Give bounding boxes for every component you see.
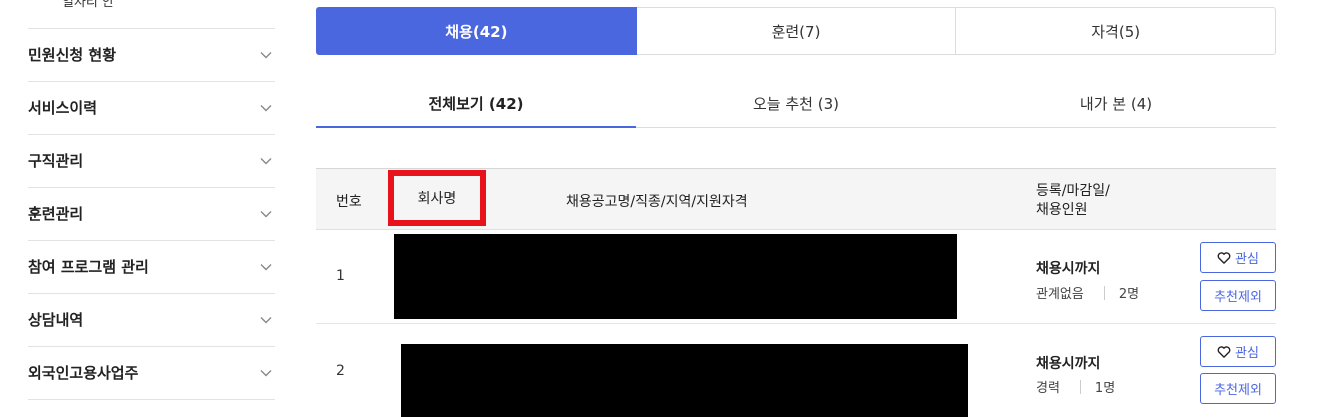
column-header-job-title: 채용공고명/직종/지역/지원자격 [566, 194, 748, 210]
sidebar-item-job-seeking[interactable]: 구직관리 [28, 134, 275, 187]
tab-employment[interactable]: 채용(42) [316, 7, 637, 55]
table-row: 2 채용시까지 경력 1명 관심 추천제외 [316, 324, 1276, 417]
like-label: 관심 [1235, 252, 1259, 267]
sidebar-item-label: 구직관리 [28, 152, 84, 170]
career-headcount: 관계없음 2명 [1036, 283, 1139, 302]
chevron-down-icon [259, 101, 273, 115]
chevron-down-icon [259, 207, 273, 221]
deadline-text: 채용시까지 [1036, 356, 1101, 372]
column-header-company-label: 회사명 [417, 191, 457, 207]
chevron-down-icon [259, 260, 273, 274]
column-header-company: 회사명 [388, 170, 486, 226]
sidebar-item-label: 민원신청 현황 [28, 46, 117, 64]
exclude-recommendation-button[interactable]: 추천제외 [1200, 280, 1276, 311]
heart-icon [1217, 345, 1231, 358]
row-number: 2 [336, 363, 345, 379]
filter-tabs: 전체보기 (42) 오늘 추천 (3) 내가 본 (4) [316, 80, 1276, 128]
sidebar-item-label: 상담내역 [28, 311, 84, 329]
sidebar-item-label: 참여 프로그램 관리 [28, 258, 149, 276]
career-headcount: 경력 1명 [1036, 377, 1115, 396]
column-header-number: 번호 [336, 194, 362, 210]
sidebar-item-label: 외국인고용사업주 [28, 364, 139, 382]
tab-view-all[interactable]: 전체보기 (42) [316, 80, 636, 128]
chevron-down-icon [259, 313, 273, 327]
tab-training[interactable]: 훈련(7) [636, 7, 957, 55]
sidebar-item-foreign-employer[interactable]: 외국인고용사업주 [28, 346, 275, 399]
exclude-recommendation-button[interactable]: 추천제외 [1200, 373, 1276, 404]
like-label: 관심 [1235, 346, 1259, 361]
column-header-registration-line1: 등록/마감일/ [1036, 183, 1110, 199]
like-button[interactable]: 관심 [1200, 336, 1276, 367]
category-tabs: 채용(42) 훈련(7) 자격(5) [316, 7, 1277, 55]
redacted-block [401, 344, 968, 417]
divider [28, 399, 275, 400]
sidebar-item-service-history[interactable]: 서비스이력 [28, 81, 275, 134]
sidebar-item-label: 훈련관리 [28, 205, 84, 223]
headcount-text: 1명 [1094, 381, 1116, 396]
sidebar-item-programs[interactable]: 참여 프로그램 관리 [28, 240, 275, 293]
column-header-registration-line2: 채용인원 [1036, 202, 1088, 218]
chevron-down-icon [259, 366, 273, 380]
sidebar-item-training[interactable]: 훈련관리 [28, 187, 275, 240]
divider [1103, 285, 1105, 300]
tab-today-recommended[interactable]: 오늘 추천 (3) [636, 80, 956, 127]
heart-icon [1217, 251, 1231, 264]
headcount-text: 2명 [1118, 287, 1140, 302]
sidebar-item-counseling[interactable]: 상담내역 [28, 293, 275, 346]
tab-certification[interactable]: 자격(5) [956, 7, 1277, 55]
chevron-down-icon [259, 154, 273, 168]
divider [1079, 379, 1081, 394]
row-number: 1 [336, 268, 345, 284]
column-header-registration: 등록/마감일/ 채용인원 [1036, 182, 1110, 220]
sidebar-item-complaint-status[interactable]: 민원신청 현황 [28, 28, 275, 81]
sidebar-item-label: 서비스이력 [28, 99, 98, 117]
deadline-text: 채용시까지 [1036, 261, 1101, 277]
table-header: 번호 회사명 채용공고명/직종/지역/지원자격 등록/마감일/ 채용인원 [316, 168, 1276, 230]
redacted-block [394, 234, 957, 319]
like-button[interactable]: 관심 [1200, 242, 1276, 273]
chevron-down-icon [259, 48, 273, 62]
career-text: 경력 [1036, 381, 1060, 396]
table-row: 1 채용시까지 관계없음 2명 관심 추천제외 [316, 230, 1276, 324]
career-text: 관계없음 [1036, 287, 1084, 302]
sidebar-item-partial-label: 일자리 안 [62, 0, 114, 10]
sidebar-item-partial[interactable]: 일자리 안 [62, 0, 114, 10]
tab-viewed-by-me[interactable]: 내가 본 (4) [956, 80, 1276, 127]
